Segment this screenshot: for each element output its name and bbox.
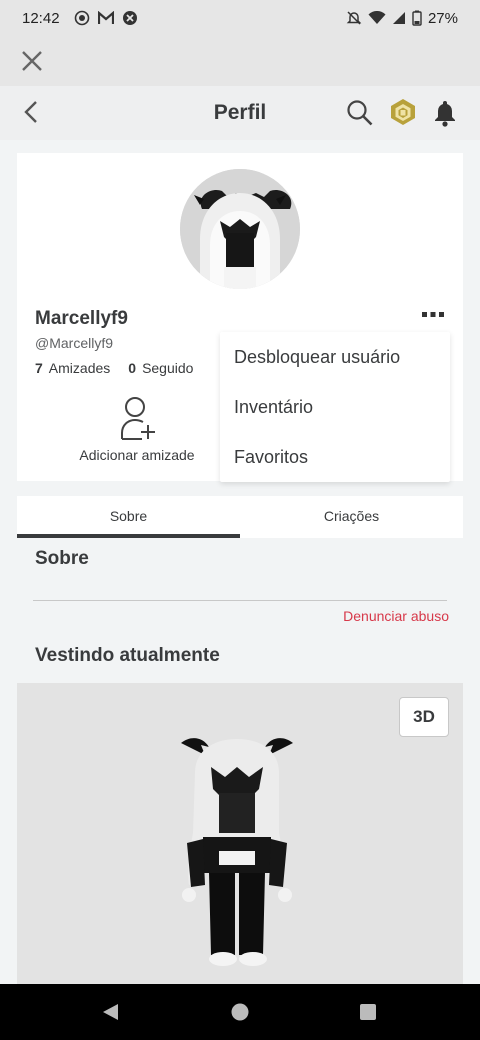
- menu-item-inventory[interactable]: Inventário: [220, 382, 450, 432]
- username: @Marcellyf9: [35, 335, 114, 351]
- search-icon[interactable]: [346, 99, 374, 127]
- add-friend-label: Adicionar amizade: [79, 447, 195, 463]
- avatar-headshot: [180, 169, 300, 289]
- nav-recents-icon[interactable]: [358, 1002, 378, 1022]
- currently-wearing-heading: Vestindo atualmente: [35, 645, 220, 666]
- report-abuse-link[interactable]: Denunciar abuso: [343, 608, 449, 624]
- avatar-figure: [181, 738, 293, 966]
- record-icon: [74, 10, 89, 26]
- status-bar: 12:42 27%: [0, 0, 480, 36]
- gmail-icon: [97, 11, 114, 24]
- add-friend-icon: [121, 397, 155, 440]
- following-count: 0: [128, 360, 137, 376]
- profile-tabs: Sobre Criações: [17, 496, 463, 538]
- divider: [33, 600, 447, 601]
- tab-creations[interactable]: Criações: [240, 496, 463, 538]
- close-icon[interactable]: [20, 49, 44, 73]
- avatar-stage: 3D: [17, 683, 463, 984]
- system-nav-bar: [0, 984, 480, 1040]
- robux-icon[interactable]: [389, 98, 417, 126]
- friends-label: Amizades: [48, 360, 111, 376]
- nav-home-icon[interactable]: [230, 1002, 250, 1022]
- following-label: Seguido: [142, 360, 194, 376]
- battery-level: 27%: [427, 9, 458, 27]
- bell-icon[interactable]: [432, 99, 458, 127]
- display-name: Marcellyf9: [35, 308, 128, 329]
- add-friend-button[interactable]: Adicionar amizade: [65, 395, 209, 463]
- status-time: 12:42: [22, 9, 60, 27]
- signal-icon: [392, 12, 405, 24]
- battery-icon: [412, 10, 422, 26]
- avatar[interactable]: [180, 169, 300, 289]
- webview-close-bar: [0, 36, 480, 86]
- menu-item-favorites[interactable]: Favoritos: [220, 432, 450, 482]
- about-heading: Sobre: [35, 548, 89, 569]
- menu-item-unblock-user[interactable]: Desbloquear usuário: [220, 332, 450, 382]
- friends-count: 7: [35, 360, 43, 376]
- friends-stat[interactable]: 7 Amizades: [35, 360, 110, 376]
- following-stat[interactable]: 0 Seguido: [128, 360, 193, 376]
- more-options-icon[interactable]: [421, 310, 445, 320]
- close-circle-icon: [122, 11, 137, 25]
- mute-icon: [346, 11, 362, 25]
- app-header: Perfil: [0, 86, 480, 140]
- nav-back-icon[interactable]: [100, 1002, 120, 1022]
- view-3d-button[interactable]: 3D: [399, 697, 449, 737]
- wifi-icon: [368, 11, 386, 24]
- profile-stats: 7 Amizades 0 Seguido: [35, 360, 193, 376]
- options-menu: Desbloquear usuário Inventário Favoritos: [220, 332, 450, 482]
- tab-about[interactable]: Sobre: [17, 496, 240, 538]
